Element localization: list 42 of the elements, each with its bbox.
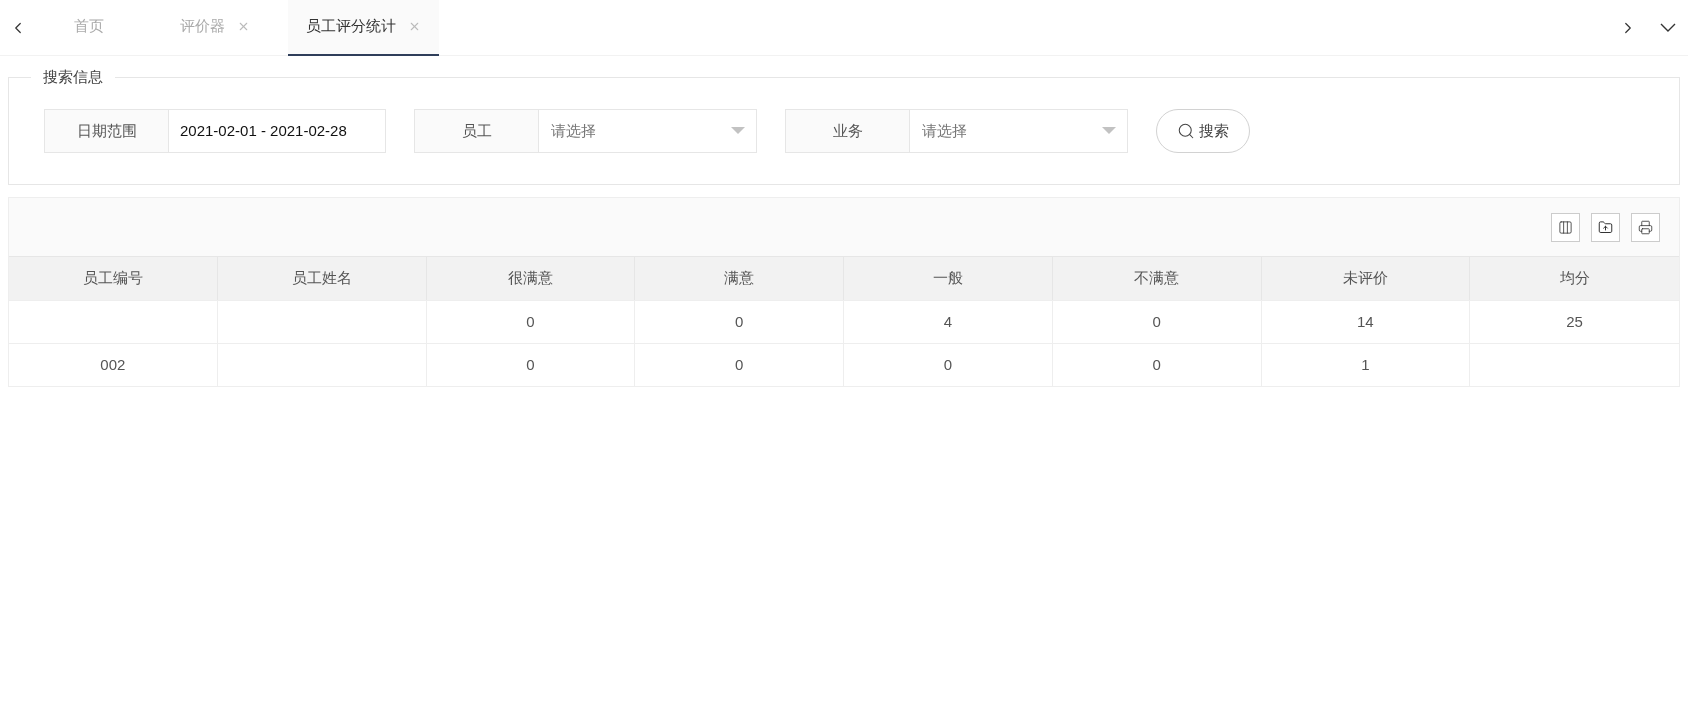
table-cell-text: 0 xyxy=(526,311,535,332)
table-cell-text: 0 xyxy=(526,354,535,375)
column-header: 员工编号 xyxy=(9,257,218,300)
date-range-field[interactable]: 2021-02-01 - 2021-02-28 xyxy=(169,109,386,153)
column-header: 一般 xyxy=(844,257,1053,300)
table-cell-text: 0 xyxy=(734,354,744,375)
table-cell-text: 25 xyxy=(1566,311,1583,332)
tab-label: 评价器 xyxy=(180,16,225,37)
table-cell-text: 002 xyxy=(100,354,126,375)
print-button[interactable] xyxy=(1631,212,1660,242)
tab-label: 首页 xyxy=(74,16,104,37)
column-header: 很满意 xyxy=(426,257,636,300)
table-cell-text: 14 xyxy=(1357,311,1374,332)
table-cell-text: 0 xyxy=(734,311,744,332)
close-icon[interactable] xyxy=(408,20,421,33)
tab[interactable]: 员工评分统计 xyxy=(288,0,439,56)
chevron-down-icon xyxy=(1660,23,1676,32)
export-button[interactable] xyxy=(1591,212,1620,242)
columns-icon xyxy=(1558,219,1573,235)
select-field[interactable]: 请选择 xyxy=(910,109,1128,153)
table-cell-text: 4 xyxy=(943,311,953,332)
table-cell-text: 0 xyxy=(943,354,953,375)
column-header: 满意 xyxy=(635,257,844,300)
table-cell-text: 0 xyxy=(1152,354,1161,375)
tab-label: 员工评分统计 xyxy=(306,16,396,37)
search-icon xyxy=(1177,122,1195,140)
filter-label: 员工 xyxy=(414,109,539,153)
close-icon[interactable] xyxy=(237,20,250,33)
filter-label: 日期范围 xyxy=(44,109,169,153)
table-cell-text: 0 xyxy=(1152,311,1161,332)
column-header: 未评价 xyxy=(1261,257,1471,300)
dropdown-arrow-icon xyxy=(731,127,745,135)
column-header: 均分 xyxy=(1558,268,1591,289)
columns-button[interactable] xyxy=(1551,212,1580,242)
column-header: 员工姓名 xyxy=(217,257,427,300)
dropdown-arrow-icon xyxy=(1102,127,1116,135)
folder-upload-icon xyxy=(1598,219,1613,235)
printer-icon xyxy=(1638,219,1653,235)
column-header: 不满意 xyxy=(1052,257,1262,300)
filter-label: 业务 xyxy=(785,109,910,153)
select-field[interactable]: 请选择 xyxy=(539,109,757,153)
table-cell-text: 1 xyxy=(1361,354,1370,375)
